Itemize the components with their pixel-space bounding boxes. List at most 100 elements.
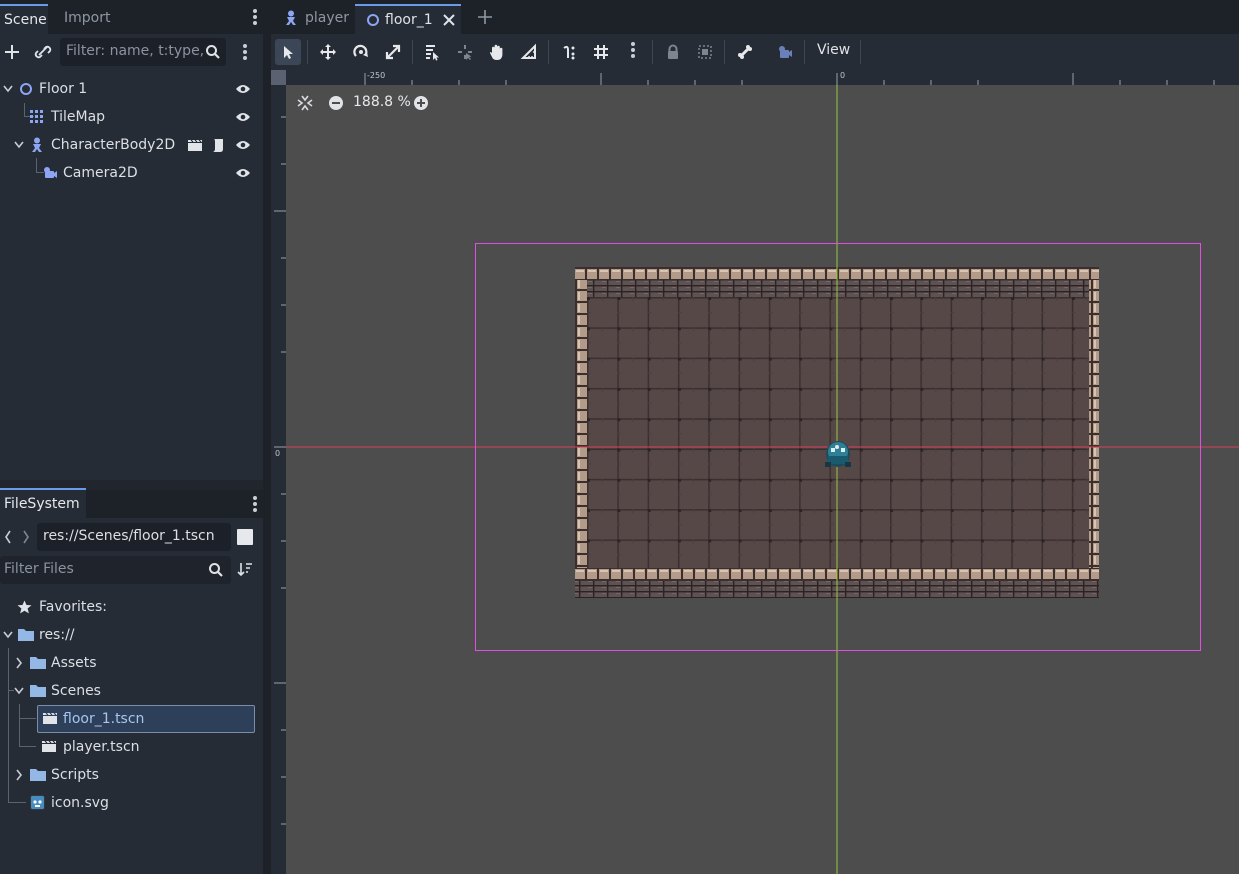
hand-pan-icon: [490, 44, 503, 60]
snap-options-icon: [625, 42, 641, 62]
instance-scene-link-icon[interactable]: [33, 40, 53, 64]
folder-icon: [30, 684, 46, 697]
select-mode-button[interactable]: [275, 39, 301, 65]
pivot-mode-button[interactable]: [452, 39, 478, 65]
folder-icon: [30, 768, 46, 781]
open-scene-clapper-icon[interactable]: [187, 139, 203, 152]
view-menu-button[interactable]: View: [817, 42, 850, 58]
list-select-button[interactable]: [419, 39, 445, 65]
zoom-in-button[interactable]: [414, 96, 428, 110]
back-arrow-icon[interactable]: [4, 530, 12, 544]
scene-filter-input[interactable]: Filter: name, t:type,: [60, 38, 226, 66]
zoom-level[interactable]: 188.8 %: [353, 94, 411, 110]
filter-files-input[interactable]: Filter Files: [0, 556, 231, 584]
tab-import[interactable]: Import: [60, 4, 120, 34]
node2d-icon: [19, 82, 33, 96]
expand-arrow-icon[interactable]: [15, 657, 23, 669]
zoom-out-button[interactable]: [329, 96, 343, 110]
bone-icon: [738, 45, 752, 59]
tree-node-floor-1[interactable]: Floor 1: [0, 75, 263, 103]
filesystem-menu-icon[interactable]: [247, 494, 263, 514]
ruler-horizontal[interactable]: -250 0: [271, 70, 1239, 85]
collapse-arrow-icon[interactable]: [14, 687, 24, 695]
add-node-icon[interactable]: [2, 40, 22, 64]
tree-node-label: Camera2D: [63, 165, 138, 181]
scene-canvas[interactable]: [271, 70, 1239, 874]
tab-player[interactable]: player: [275, 4, 355, 34]
tab-filesystem[interactable]: FileSystem: [0, 488, 86, 518]
center-view-icon[interactable]: [297, 95, 313, 111]
pivot-icon: [458, 45, 472, 60]
snap-options-button[interactable]: [620, 39, 646, 65]
tab-floor-1[interactable]: floor_1: [355, 4, 461, 34]
toolbar-separator: [724, 40, 725, 64]
fs-item-label: Assets: [51, 655, 97, 671]
path-field[interactable]: res://Scenes/floor_1.tscn: [37, 523, 231, 551]
collapse-arrow-icon[interactable]: [14, 141, 24, 149]
search-icon: [208, 562, 224, 578]
tree-node-label: Floor 1: [39, 81, 88, 97]
top-wall-bricks: [587, 280, 1089, 297]
close-icon[interactable]: [443, 14, 455, 26]
visibility-eye-icon[interactable]: [235, 167, 251, 179]
fs-item-icon-svg[interactable]: icon.svg: [0, 789, 263, 817]
script-icon[interactable]: [211, 138, 225, 153]
toggle-split-view-icon[interactable]: [237, 529, 253, 545]
tab-scene[interactable]: Scene: [0, 4, 48, 34]
fs-item-favorites[interactable]: Favorites:: [0, 593, 263, 621]
ruler-mode-button[interactable]: [516, 39, 542, 65]
ruler-vertical[interactable]: 0: [271, 85, 286, 874]
add-scene-tab-icon[interactable]: [478, 10, 492, 24]
visibility-eye-icon[interactable]: [235, 139, 251, 151]
godot-icon: [30, 795, 45, 810]
rotate-mode-button[interactable]: [348, 39, 374, 65]
scene-file-icon: [41, 740, 57, 753]
tree-node-camera2d[interactable]: Camera2D: [0, 159, 263, 187]
fs-item-scenes[interactable]: Scenes: [0, 677, 263, 705]
lock-button[interactable]: [660, 39, 686, 65]
dock-splitter[interactable]: [263, 0, 271, 874]
scene-tree-menu-icon[interactable]: [237, 42, 253, 62]
canvas-viewport[interactable]: -250 0 0 188.8 %: [271, 70, 1239, 874]
tree-node-label: CharacterBody2D: [51, 137, 176, 153]
scene-dock-tabbar: Scene Import: [0, 0, 263, 34]
tree-node-label: TileMap: [51, 109, 106, 125]
left-wall: [575, 280, 587, 580]
fs-item-player[interactable]: player.tscn: [0, 733, 263, 761]
filter-files-placeholder: Filter Files: [4, 561, 74, 577]
smart-snap-icon: [563, 45, 575, 60]
collapse-arrow-icon[interactable]: [3, 85, 13, 93]
plus-icon-vertical: [420, 99, 422, 107]
grid-snap-button[interactable]: [588, 39, 614, 65]
pan-mode-button[interactable]: [484, 39, 510, 65]
right-wall: [1089, 280, 1099, 580]
sort-icon[interactable]: [237, 561, 253, 577]
visibility-eye-icon[interactable]: [235, 83, 251, 95]
scale-icon: [385, 44, 401, 60]
camera2d-icon: [779, 46, 792, 58]
forward-arrow-icon[interactable]: [22, 530, 30, 544]
fs-item-scripts[interactable]: Scripts: [0, 761, 263, 789]
skeleton-button[interactable]: [732, 39, 758, 65]
expand-arrow-icon[interactable]: [15, 769, 23, 781]
collapse-arrow-icon[interactable]: [3, 631, 13, 639]
scene-dock-menu-icon[interactable]: [247, 7, 263, 27]
tab-scene-label: Scene: [4, 12, 47, 28]
visibility-eye-icon[interactable]: [235, 111, 251, 123]
camera-override-button[interactable]: [772, 39, 798, 65]
smart-snap-button[interactable]: [556, 39, 582, 65]
move-mode-button[interactable]: [315, 39, 341, 65]
tab-label: player: [305, 10, 350, 26]
floor-tiles: [587, 297, 1089, 568]
fs-item-assets[interactable]: Assets: [0, 649, 263, 677]
fs-item-floor-1-selected[interactable]: floor_1.tscn: [37, 705, 255, 733]
tree-node-tilemap[interactable]: TileMap: [0, 103, 263, 131]
select-arrow-icon: [284, 46, 293, 59]
fs-item-label: Scenes: [51, 683, 101, 699]
fs-item-res-root[interactable]: res://: [0, 621, 263, 649]
tree-node-characterbody2d[interactable]: CharacterBody2D: [0, 131, 263, 159]
scale-mode-button[interactable]: [380, 39, 406, 65]
ruler-label: -250: [367, 71, 386, 80]
group-button[interactable]: [692, 39, 718, 65]
tab-import-label: Import: [64, 10, 111, 26]
